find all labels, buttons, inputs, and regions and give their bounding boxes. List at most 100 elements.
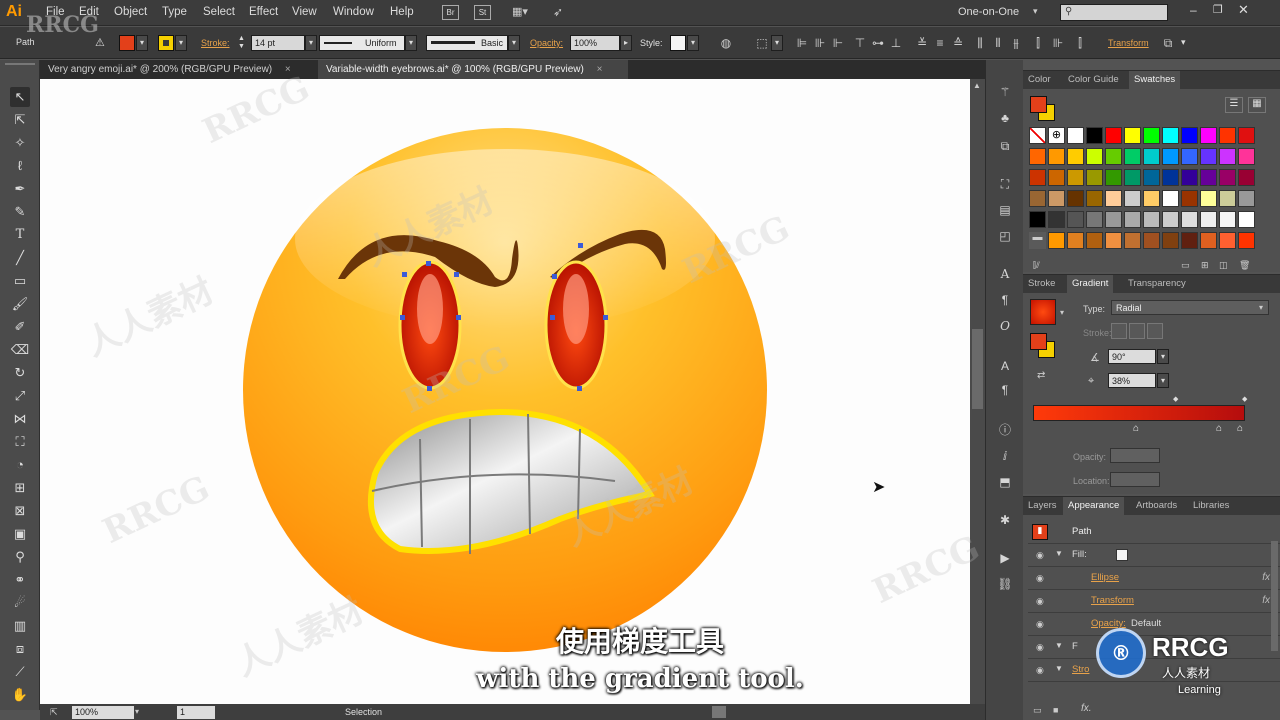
distribute-top-icon[interactable]: ≚ bbox=[914, 35, 930, 51]
eyedropper-tool-icon[interactable]: ⚲ bbox=[10, 547, 30, 567]
menu-type[interactable]: Type bbox=[162, 6, 187, 18]
aspect-ratio-field[interactable]: 38% bbox=[1108, 373, 1156, 388]
tab-very-angry-emoji[interactable]: Very angry emoji.ai* @ 200% (RGB/GPU Pre… bbox=[40, 60, 318, 79]
fill-swatch[interactable] bbox=[1116, 549, 1128, 561]
opentype-icon[interactable]: O bbox=[997, 318, 1013, 334]
new-color-group-icon[interactable]: ▭ bbox=[1181, 260, 1190, 271]
info-icon[interactable]: ⓘ bbox=[997, 422, 1013, 438]
list-view-icon[interactable]: ☰ bbox=[1225, 97, 1243, 113]
paintbrush-tool-icon[interactable]: 🖌 bbox=[10, 294, 30, 314]
distribute-hcenter-icon[interactable]: ⫴ bbox=[990, 35, 1006, 51]
swatch[interactable] bbox=[1181, 211, 1198, 228]
tab-swatches[interactable]: Swatches bbox=[1129, 71, 1181, 89]
gradient-stop-3[interactable]: ⌂ bbox=[1237, 423, 1243, 434]
swatch[interactable] bbox=[1048, 232, 1065, 249]
swatch[interactable] bbox=[1067, 148, 1084, 165]
align-left-icon[interactable]: ⊫ bbox=[794, 35, 810, 51]
tab-appearance[interactable]: Appearance bbox=[1063, 497, 1125, 515]
shaper-tool-icon[interactable]: ✐ bbox=[10, 317, 30, 337]
swatch[interactable] bbox=[1086, 127, 1103, 144]
transform-label[interactable]: Transform bbox=[1108, 38, 1149, 48]
gradient-preview-swatch[interactable] bbox=[1030, 299, 1056, 325]
symbol-sprayer-tool-icon[interactable]: ☄ bbox=[10, 593, 30, 613]
swatch[interactable] bbox=[1219, 127, 1236, 144]
align-hcenter-icon[interactable]: ⊪ bbox=[812, 35, 828, 51]
swatch[interactable] bbox=[1029, 211, 1046, 228]
visibility-eye-icon[interactable]: ◉ bbox=[1036, 573, 1044, 584]
style-dropdown[interactable]: ▾ bbox=[687, 35, 699, 51]
line-tool-icon[interactable]: ╱ bbox=[10, 248, 30, 268]
pathfinder-icon[interactable]: ◰ bbox=[997, 228, 1013, 244]
none-swatch[interactable] bbox=[1029, 127, 1046, 144]
visibility-eye-icon[interactable]: ◉ bbox=[1036, 550, 1044, 561]
swatch[interactable] bbox=[1181, 190, 1198, 207]
shape-builder-tool-icon[interactable]: ◔ bbox=[10, 455, 30, 475]
profile-dropdown[interactable]: ▾ bbox=[405, 35, 417, 51]
gradient-ramp[interactable] bbox=[1033, 405, 1245, 421]
stop-opacity-field[interactable] bbox=[1110, 448, 1160, 463]
align-vcenter-icon[interactable]: ⊶ bbox=[870, 35, 886, 51]
swatch[interactable] bbox=[1086, 148, 1103, 165]
gradient-within-stroke-icon[interactable] bbox=[1111, 323, 1127, 339]
align-to-icon[interactable]: ⬚ bbox=[754, 35, 770, 51]
gradient-angle-field[interactable]: 90° bbox=[1108, 349, 1156, 364]
stroke-stepper[interactable]: ▲ ▼ bbox=[238, 35, 250, 51]
swatch[interactable] bbox=[1238, 232, 1255, 249]
magic-wand-tool-icon[interactable]: ✧ bbox=[10, 133, 30, 153]
fill-disclosure-icon[interactable]: ▼ bbox=[1055, 549, 1063, 558]
width-tool-icon[interactable]: ⋈ bbox=[10, 409, 30, 429]
swatch[interactable] bbox=[1162, 169, 1179, 186]
distribute-bottom-icon[interactable]: ≙ bbox=[950, 35, 966, 51]
swatch[interactable] bbox=[1181, 232, 1198, 249]
swatch[interactable] bbox=[1162, 190, 1179, 207]
swatch[interactable] bbox=[1105, 127, 1122, 144]
gradient-across-stroke-icon[interactable] bbox=[1147, 323, 1163, 339]
appearance-row-transform[interactable]: ◉ Transform fx bbox=[1028, 590, 1280, 613]
swatch[interactable] bbox=[1086, 169, 1103, 186]
swatch[interactable] bbox=[1048, 169, 1065, 186]
swatch[interactable] bbox=[1200, 190, 1217, 207]
swatch[interactable] bbox=[1124, 148, 1141, 165]
artboards-icon[interactable]: ⛶ bbox=[997, 176, 1013, 192]
angle-dropdown[interactable]: ▾ bbox=[1157, 349, 1169, 364]
zoom-dropdown[interactable]: ▾ bbox=[135, 707, 139, 716]
swatch[interactable] bbox=[1105, 169, 1122, 186]
isolate-icon[interactable]: ⧉ bbox=[1160, 35, 1176, 51]
swatch[interactable] bbox=[1219, 232, 1236, 249]
gpu-rocket-icon[interactable]: ➶ bbox=[553, 5, 569, 20]
stroke-dropdown[interactable]: ▾ bbox=[175, 35, 187, 51]
swatch[interactable] bbox=[1067, 232, 1084, 249]
align-top-icon[interactable]: ⊤ bbox=[852, 35, 868, 51]
delete-swatch-icon[interactable]: 🗑 bbox=[1239, 260, 1250, 271]
gradient-stop-1[interactable]: ⌂ bbox=[1133, 423, 1139, 434]
swatch[interactable] bbox=[1200, 211, 1217, 228]
brush-definition[interactable]: Basic bbox=[426, 35, 508, 51]
appearance-row-ellipse[interactable]: ◉ Ellipse fx bbox=[1028, 567, 1280, 590]
swatch[interactable] bbox=[1048, 211, 1065, 228]
swatch[interactable] bbox=[1086, 190, 1103, 207]
pen-tool-icon[interactable]: ✒ bbox=[10, 179, 30, 199]
gradient-fill-indicator[interactable] bbox=[1030, 333, 1047, 350]
add-stroke-icon[interactable]: ▭ bbox=[1033, 705, 1042, 716]
artboard-number-field[interactable]: 1 bbox=[177, 706, 215, 719]
arrange-documents-icon[interactable]: ▦▾ bbox=[512, 5, 538, 20]
eraser-tool-icon[interactable]: ⌫ bbox=[10, 340, 30, 360]
paragraph-styles-icon[interactable]: ¶ bbox=[997, 382, 1013, 398]
tab-color[interactable]: Color bbox=[1023, 71, 1056, 89]
tab-color-guide[interactable]: Color Guide bbox=[1063, 71, 1124, 89]
add-fill-icon[interactable]: ■ bbox=[1053, 705, 1058, 715]
free-transform-tool-icon[interactable]: ⛶ bbox=[10, 432, 30, 452]
direct-selection-tool-icon[interactable]: ⇱ bbox=[10, 110, 30, 130]
swatch-libraries-icon[interactable]: ⫿⫽ bbox=[1033, 260, 1040, 271]
swatch[interactable] bbox=[1238, 169, 1255, 186]
club-symbol-icon[interactable]: ♣ bbox=[997, 110, 1013, 126]
workspace-switcher[interactable]: One-on-One bbox=[958, 6, 1019, 18]
links-icon[interactable]: ⛓ bbox=[997, 576, 1013, 592]
close-window-icon[interactable]: ✕ bbox=[1238, 2, 1249, 18]
selection-tool-icon[interactable]: ↖ bbox=[10, 87, 30, 107]
stroke-weight-dropdown[interactable]: ▾ bbox=[305, 35, 317, 51]
gradient-preset-dropdown[interactable]: ▾ bbox=[1060, 308, 1064, 317]
swatch[interactable] bbox=[1143, 127, 1160, 144]
swatch[interactable] bbox=[1029, 148, 1046, 165]
menu-select[interactable]: Select bbox=[203, 6, 235, 18]
